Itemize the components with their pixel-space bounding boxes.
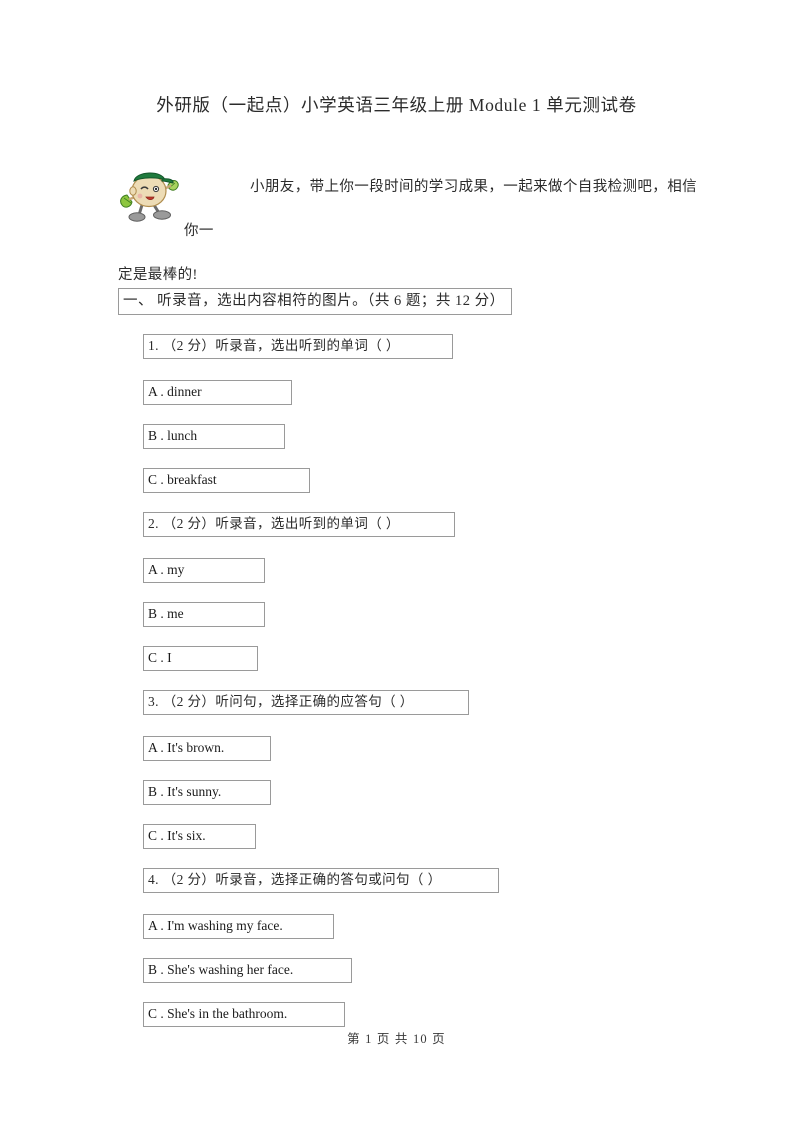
page-footer: 第 1 页 共 10 页 bbox=[347, 1032, 446, 1046]
answer-option[interactable]: B . me bbox=[143, 602, 265, 627]
intro-block: 小朋友，带上你一段时间的学习成果，一起来做个自我检测吧，相信你一 定是最棒的! bbox=[118, 165, 698, 297]
question-stem: 1. （2 分）听录音，选出听到的单词（ ） bbox=[143, 334, 453, 359]
question-stem: 4. （2 分）听录音，选择正确的答句或问句（ ） bbox=[143, 868, 499, 893]
answer-option[interactable]: C . It's six. bbox=[143, 824, 256, 849]
answer-option[interactable]: B . It's sunny. bbox=[143, 780, 271, 805]
answer-option[interactable]: B . lunch bbox=[143, 424, 285, 449]
answer-option[interactable]: A . It's brown. bbox=[143, 736, 271, 761]
answer-option[interactable]: A . my bbox=[143, 558, 265, 583]
cartoon-boy-green-cap-icon bbox=[118, 165, 180, 225]
answer-option[interactable]: C . I bbox=[143, 646, 258, 671]
question-stem: 3. （2 分）听问句，选择正确的应答句（ ） bbox=[143, 690, 469, 715]
answer-option[interactable]: C . breakfast bbox=[143, 468, 310, 493]
answer-option[interactable]: A . dinner bbox=[143, 380, 292, 405]
answer-option[interactable]: B . She's washing her face. bbox=[143, 958, 352, 983]
answer-option[interactable]: C . She's in the bathroom. bbox=[143, 1002, 345, 1027]
answer-option[interactable]: A . I'm washing my face. bbox=[143, 914, 334, 939]
intro-line-1: 小朋友，带上你一段时间的学习成果，一起来做个自我检测吧，相信你一 bbox=[184, 179, 697, 239]
section-heading-1: 一、 听录音，选出内容相符的图片。（共 6 题；共 12 分） bbox=[118, 288, 512, 315]
intro-text: 小朋友，带上你一段时间的学习成果，一起来做个自我检测吧，相信你一 定是最棒的! bbox=[118, 165, 698, 297]
question-stem: 2. （2 分）听录音，选出听到的单词（ ） bbox=[143, 512, 455, 537]
page-title: 外研版（一起点）小学英语三年级上册 Module 1 单元测试卷 bbox=[156, 95, 637, 115]
document-page: 外研版（一起点）小学英语三年级上册 Module 1 单元测试卷 小朋友，带上你… bbox=[0, 0, 793, 1122]
